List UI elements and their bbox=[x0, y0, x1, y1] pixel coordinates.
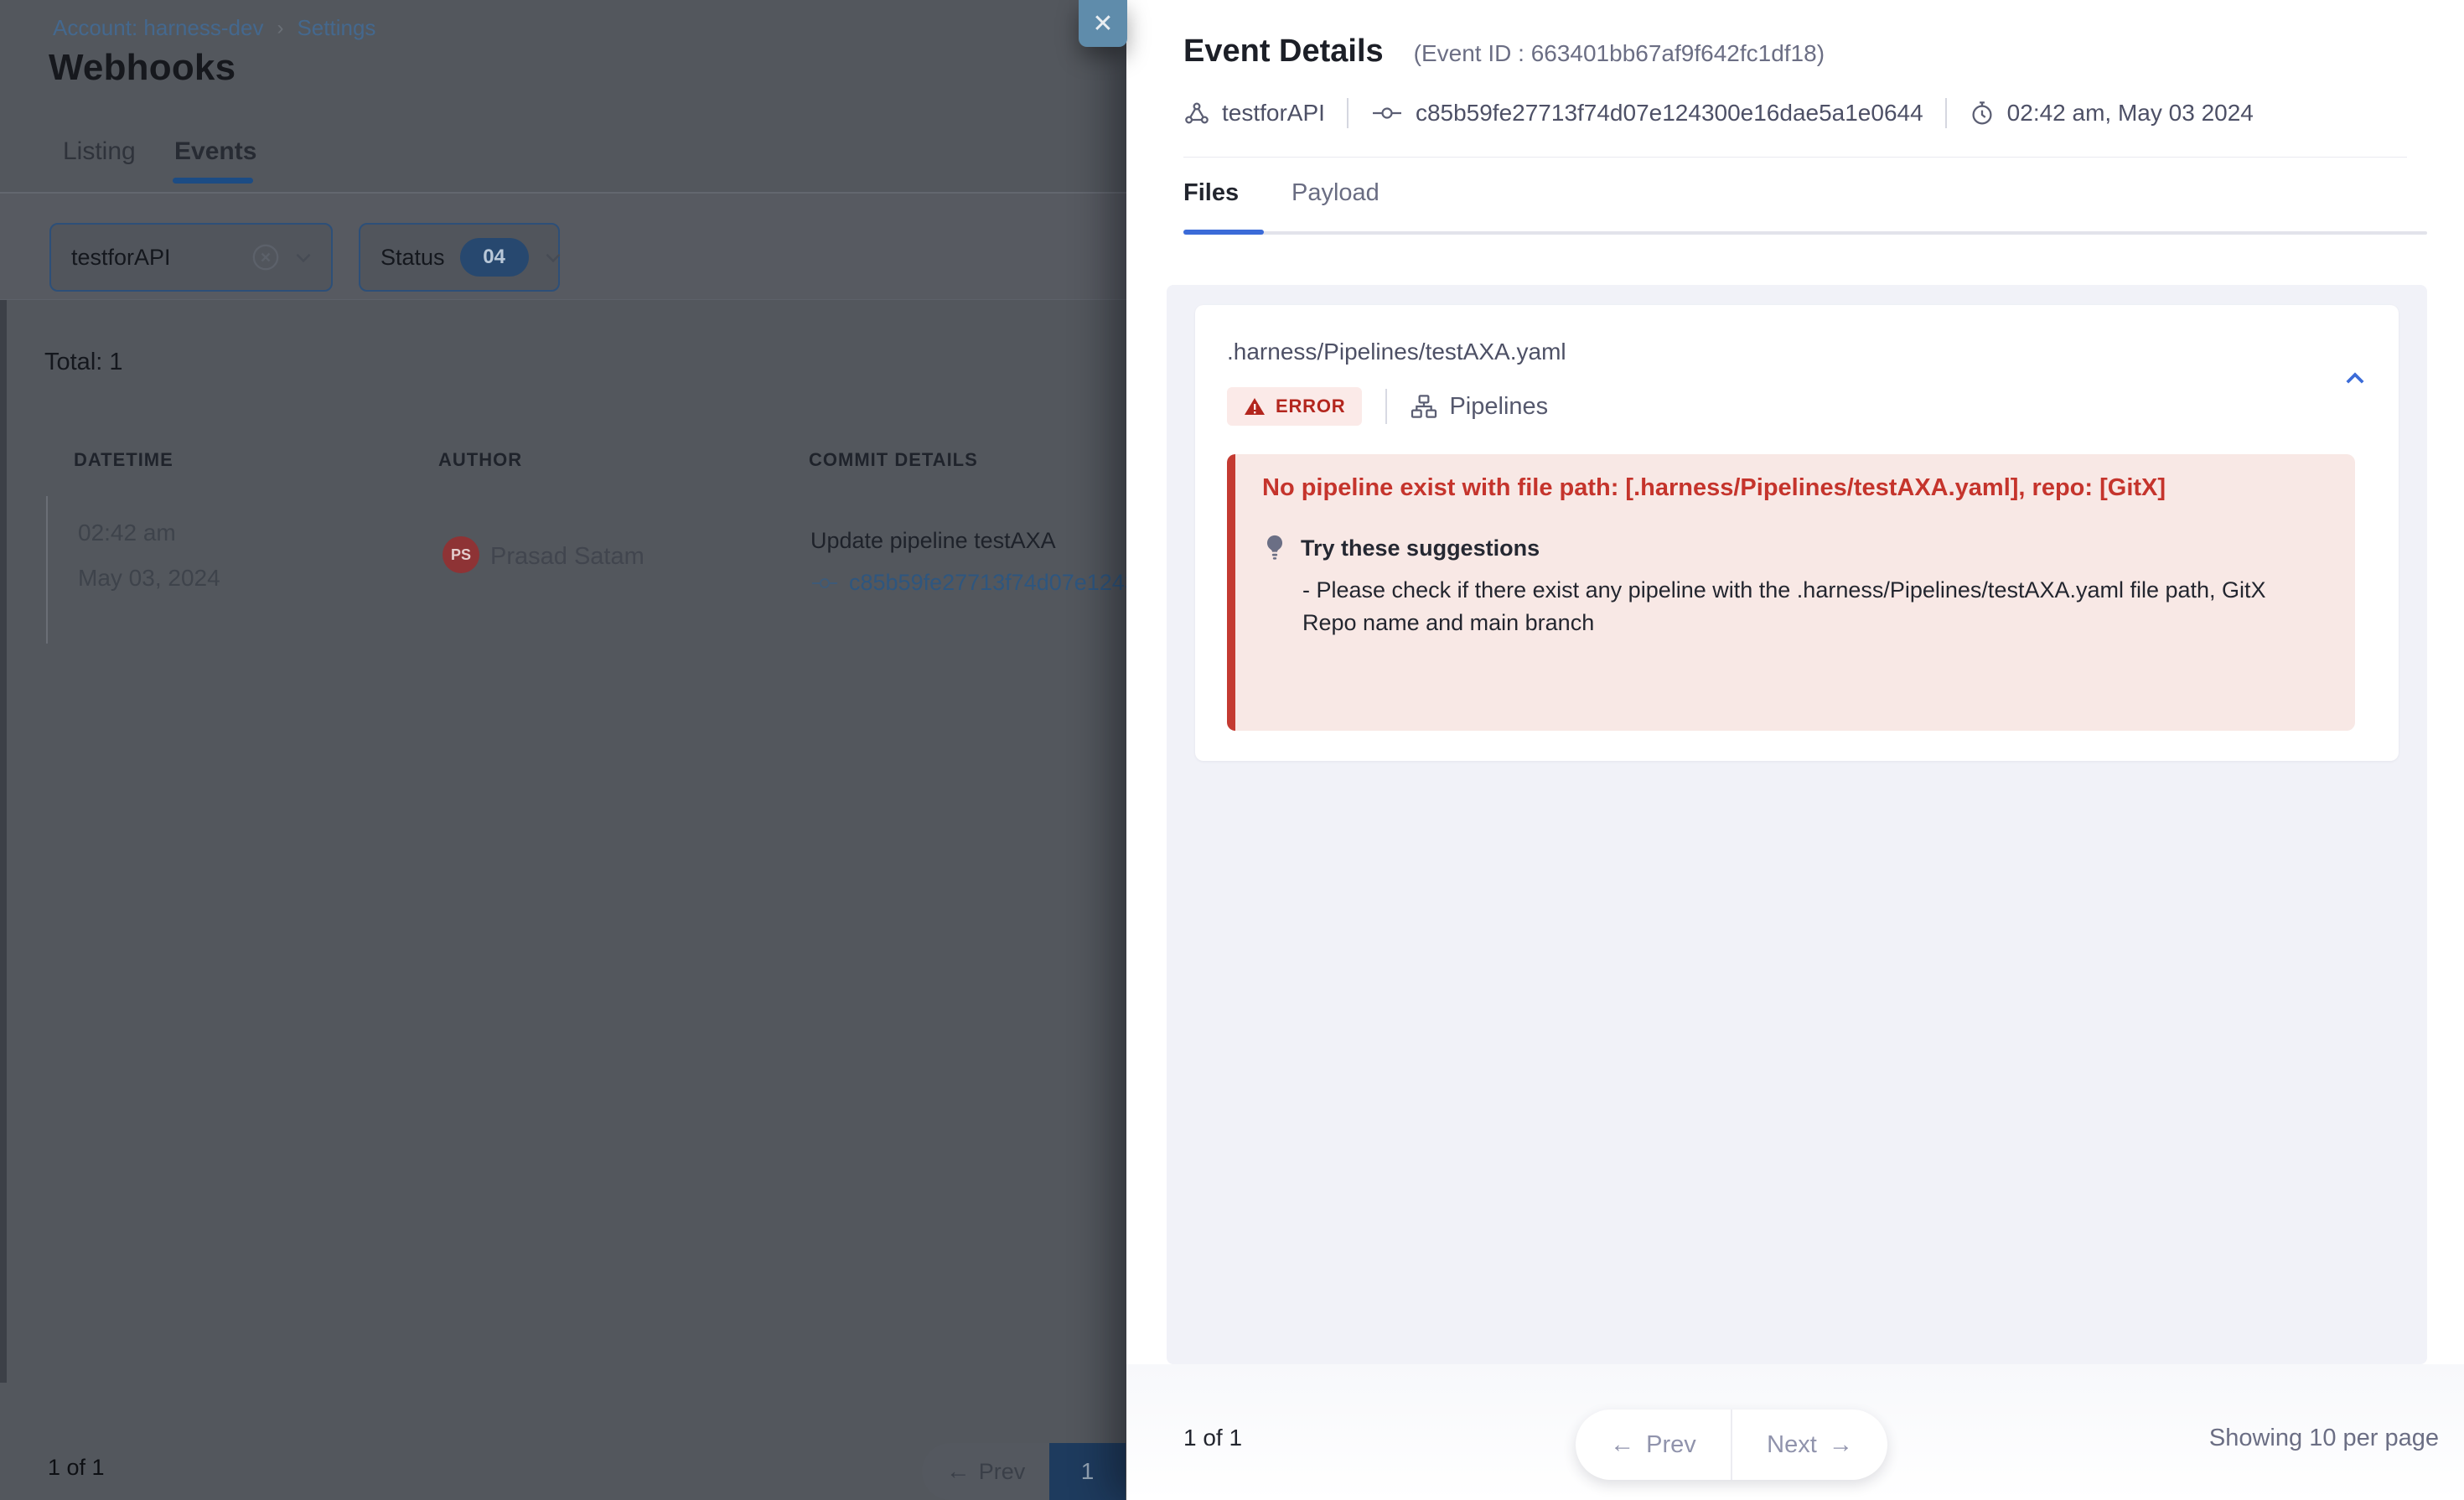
clock-icon bbox=[1969, 100, 1996, 127]
pipelines-icon bbox=[1411, 393, 1437, 420]
chevron-down-icon[interactable] bbox=[541, 245, 566, 270]
commit-hash-link[interactable]: c85b59fe27713f74d07e12430 bbox=[849, 570, 1150, 596]
event-meta-row: testforAPI c85b59fe27713f74d07e124300e16… bbox=[1183, 98, 2407, 128]
drawer-tabs: Files Payload bbox=[1183, 179, 2427, 235]
page-title: Webhooks bbox=[49, 47, 236, 89]
header-divider bbox=[1183, 157, 2407, 158]
drawer-header: Event Details (Event ID : 663401bb67af9f… bbox=[1126, 0, 2464, 158]
prev-page-button[interactable]: ← Prev bbox=[922, 1443, 1049, 1500]
avatar: PS bbox=[443, 536, 479, 573]
breadcrumb-separator: › bbox=[277, 17, 283, 40]
page-number-button[interactable]: 1 bbox=[1049, 1443, 1126, 1500]
files-panel: .harness/Pipelines/testAXA.yaml ERROR bbox=[1167, 285, 2427, 1364]
suggestions-heading: Try these suggestions bbox=[1301, 535, 1540, 561]
file-card: .harness/Pipelines/testAXA.yaml ERROR bbox=[1195, 305, 2399, 761]
file-path-label: .harness/Pipelines/testAXA.yaml bbox=[1227, 339, 2373, 365]
prev-button[interactable]: ← Prev bbox=[1576, 1409, 1731, 1480]
breadcrumb-account-link[interactable]: Account: harness-dev bbox=[53, 15, 263, 41]
total-count-label: Total: 1 bbox=[44, 349, 123, 376]
status-badge: ERROR bbox=[1227, 387, 1362, 426]
error-callout: No pipeline exist with file path: [.harn… bbox=[1227, 454, 2355, 731]
prev-button-label: Prev bbox=[1646, 1431, 1696, 1459]
chevron-down-icon[interactable] bbox=[291, 245, 316, 270]
page-left-edge bbox=[0, 193, 7, 1383]
error-title: No pipeline exist with file path: [.harn… bbox=[1262, 474, 2325, 502]
status-badge-label: ERROR bbox=[1276, 396, 1345, 417]
column-header-datetime: DATETIME bbox=[74, 449, 173, 471]
suggestion-item: - Please check if there exist any pipeli… bbox=[1302, 574, 2325, 639]
arrow-left-icon: ← bbox=[1610, 1431, 1634, 1459]
column-header-commit-details: COMMIT DETAILS bbox=[809, 449, 978, 471]
tab-payload[interactable]: Payload bbox=[1292, 179, 1380, 207]
page-count-label: 1 of 1 bbox=[48, 1455, 105, 1481]
column-header-author: AUTHOR bbox=[438, 449, 522, 471]
event-id-label: (Event ID : 663401bb67af9f642fc1df18) bbox=[1414, 40, 1825, 67]
lightbulb-icon bbox=[1262, 534, 1287, 562]
webhook-filter-dropdown[interactable]: testforAPI bbox=[49, 223, 333, 292]
per-page-label: Showing 10 per page bbox=[2209, 1425, 2439, 1452]
webhook-filter-value: testforAPI bbox=[71, 245, 249, 271]
footer-page-count: 1 of 1 bbox=[1183, 1425, 1242, 1451]
status-filter-label: Status bbox=[380, 245, 445, 271]
row-time: 02:42 am bbox=[78, 520, 176, 546]
tab-track-line bbox=[1183, 231, 2427, 235]
meta-separator bbox=[1945, 98, 1947, 128]
badge-row: ERROR Pipelines bbox=[1227, 387, 2373, 426]
drawer-close-button[interactable]: ✕ bbox=[1079, 0, 1127, 47]
app-root: Account: harness-dev › Settings Webhooks… bbox=[0, 0, 2464, 1500]
collapse-card-button[interactable] bbox=[2332, 355, 2379, 402]
tab-listing[interactable]: Listing bbox=[63, 137, 136, 166]
commit-icon bbox=[810, 573, 839, 593]
tab-events[interactable]: Events bbox=[174, 137, 256, 166]
breadcrumb: Account: harness-dev › Settings bbox=[53, 15, 375, 41]
entity-label: Pipelines bbox=[1449, 393, 1548, 421]
row-author-name: Prasad Satam bbox=[490, 543, 644, 571]
meta-datetime: 02:42 am, May 03 2024 bbox=[2007, 100, 2254, 127]
entity-chip: Pipelines bbox=[1411, 393, 1548, 421]
breadcrumb-settings-link[interactable]: Settings bbox=[297, 15, 375, 41]
clear-filter-icon[interactable] bbox=[249, 241, 282, 274]
warning-triangle-icon bbox=[1244, 396, 1266, 416]
prev-page-label: Prev bbox=[979, 1459, 1026, 1485]
filter-divider bbox=[0, 299, 1126, 300]
event-details-drawer: Event Details (Event ID : 663401bb67af9f… bbox=[1126, 0, 2464, 1500]
drawer-footer: 1 of 1 ← Prev Next → Showing 10 per page bbox=[1126, 1364, 2464, 1500]
tab-files[interactable]: Files bbox=[1183, 179, 1239, 207]
active-tab-underline bbox=[173, 178, 253, 184]
active-tab-underline bbox=[1183, 230, 1264, 235]
meta-commit-hash: c85b59fe27713f74d07e124300e16dae5a1e0644 bbox=[1416, 100, 1923, 127]
meta-separator bbox=[1347, 98, 1348, 128]
chevron-up-icon bbox=[2341, 365, 2369, 393]
next-button-label: Next bbox=[1767, 1431, 1817, 1459]
arrow-right-icon: → bbox=[1829, 1431, 1853, 1459]
meta-webhook-name: testforAPI bbox=[1222, 100, 1325, 127]
arrow-left-icon: ← bbox=[946, 1458, 971, 1486]
event-table-row[interactable]: 02:42 am May 03, 2024 PS Prasad Satam Up… bbox=[46, 496, 1221, 644]
row-date: May 03, 2024 bbox=[78, 565, 220, 592]
row-commit-message: Update pipeline testAXA bbox=[810, 528, 1056, 554]
badge-separator bbox=[1385, 389, 1387, 424]
filter-bar: testforAPI Status 04 bbox=[0, 194, 1126, 299]
pager-controls: ← Prev Next → bbox=[1576, 1409, 1887, 1480]
status-count-badge: 04 bbox=[460, 238, 529, 277]
drawer-title: Event Details bbox=[1183, 34, 1384, 70]
webhook-icon bbox=[1183, 100, 1210, 127]
commit-icon bbox=[1370, 101, 1404, 125]
status-filter-dropdown[interactable]: Status 04 bbox=[359, 223, 560, 292]
next-button[interactable]: Next → bbox=[1732, 1409, 1887, 1480]
